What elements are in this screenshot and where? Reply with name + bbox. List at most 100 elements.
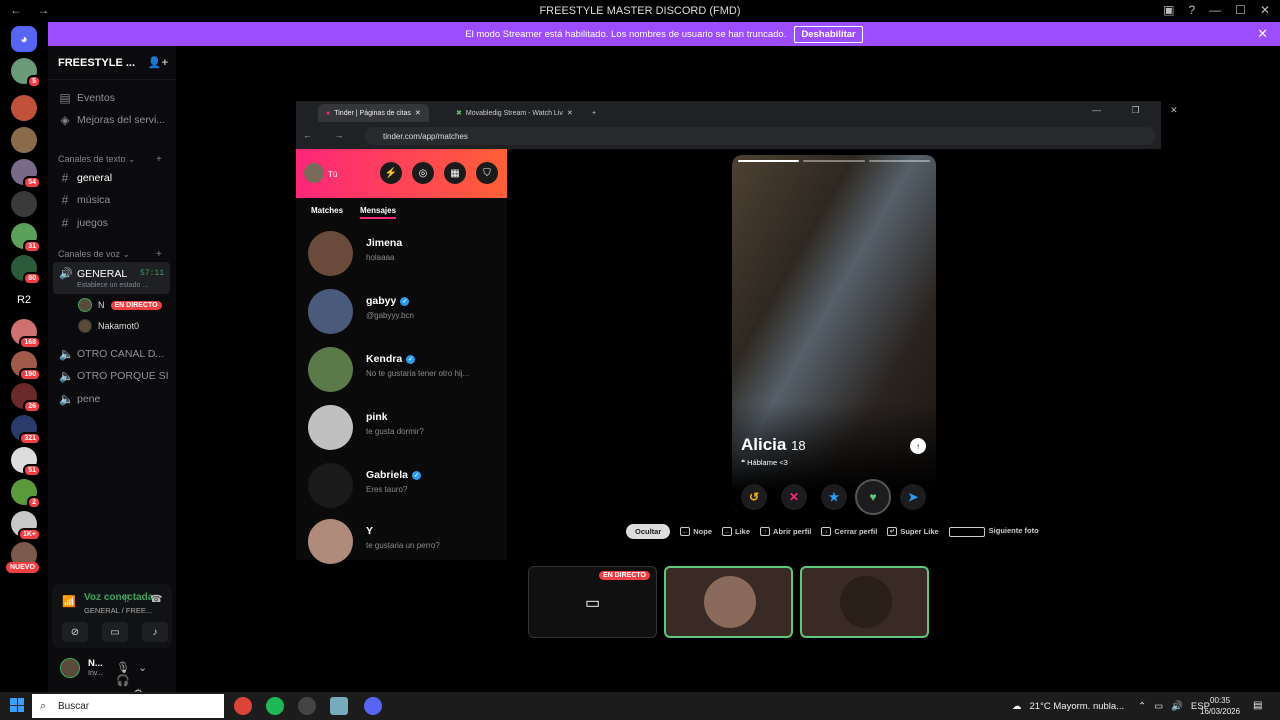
browser-window-controls[interactable]: — ❐ ✕ (1092, 105, 1192, 116)
channel-general[interactable]: # general (54, 168, 170, 188)
server-icon[interactable]: 2 (11, 479, 41, 509)
add-channel-icon[interactable]: + (156, 154, 162, 165)
hide-hints-button[interactable]: Ocultar (626, 524, 671, 539)
boost-send-button[interactable]: ➤ (900, 484, 926, 510)
voice-category[interactable]: Canales de voz ⌄ + (58, 249, 162, 260)
app-icon[interactable] (298, 697, 316, 715)
shield-icon[interactable]: ⛉ (476, 162, 498, 184)
list-item[interactable]: gabyy ✓ @gabyyy.bcn (296, 285, 507, 341)
profile-label[interactable]: Tú (328, 170, 337, 179)
profile-card[interactable]: Alicia 18 ❝ Háblame <3 ↑ (732, 155, 936, 513)
server-icon[interactable] (11, 95, 37, 121)
noise-suppression-icon[interactable]: ⫶⫶ (124, 594, 129, 605)
server-icon[interactable]: 80 (11, 255, 41, 285)
compass-icon[interactable]: ◎ (412, 162, 434, 184)
invite-people-icon[interactable]: 👤+ (148, 56, 168, 69)
avatar[interactable] (304, 163, 324, 183)
inbox-icon[interactable]: ▣ (1163, 3, 1174, 17)
help-icon[interactable]: ? (1188, 3, 1195, 17)
mention-badge: 80 (23, 272, 41, 285)
tinder-sidebar: Tú ⚡ ◎ ▦ ⛉ Matches Mensajes Jimena holaaa… (296, 149, 507, 564)
nope-button[interactable]: ✕ (781, 484, 807, 510)
voice-user[interactable]: N EN DIRECTO (78, 296, 162, 314)
discord-taskbar-icon[interactable] (364, 697, 382, 715)
signal-icon[interactable]: 📶 (62, 595, 76, 608)
server-icon[interactable]: 26 (11, 383, 41, 413)
mention-badge: 26 (23, 400, 41, 413)
screen-share-icon[interactable]: ▭ (102, 622, 128, 642)
voice-connected-label[interactable]: Voz conectada (84, 592, 153, 603)
camera-off-icon[interactable]: ⊘ (62, 622, 88, 642)
address-bar[interactable]: tinder.com/app/matches (365, 127, 1155, 145)
add-channel-icon[interactable]: + (156, 249, 162, 260)
server-header[interactable]: FREESTYLE ... 👤+ (48, 46, 176, 80)
server-icon[interactable]: 5 (11, 58, 41, 88)
streamer-mode-banner: El modo Streamer está habilitado. Los no… (48, 22, 1280, 46)
stream-preview-tile[interactable]: EN DIRECTO ▭ (528, 566, 657, 638)
tab-close-icon[interactable]: ✕ (567, 109, 573, 117)
list-item[interactable]: Kendra ✓ No te gustaria tener otro hij... (296, 343, 507, 399)
voice-user[interactable]: Nakamot0 (78, 317, 139, 335)
server-icon[interactable] (11, 127, 37, 153)
close-window-icon[interactable]: ✕ (1260, 3, 1270, 17)
voice-channel[interactable]: 🔈 OTRO PORQUE SI (54, 366, 170, 386)
server-icon[interactable]: 190 (11, 351, 41, 381)
server-icon-r2[interactable]: R2 (11, 287, 37, 313)
voice-channel[interactable]: 🔈 pene (54, 389, 170, 409)
volume-icon[interactable]: 🔊 (1171, 701, 1183, 712)
server-icon[interactable] (11, 191, 37, 217)
taskbar-search[interactable]: ⌕ Buscar (32, 694, 224, 718)
participant-tile[interactable] (664, 566, 793, 638)
tinder-flame-icon: ● (326, 109, 331, 117)
open-profile-icon[interactable]: ↑ (910, 438, 926, 454)
server-icon[interactable]: 54 (11, 159, 41, 189)
server-icon[interactable]: 321 (11, 415, 41, 445)
app-icon[interactable] (330, 697, 348, 715)
channel-musica[interactable]: # música (54, 190, 170, 210)
server-icon[interactable]: 51 (11, 447, 41, 477)
chrome-icon[interactable] (234, 697, 252, 715)
super-like-button[interactable]: ★ (821, 484, 847, 510)
rewind-button[interactable]: ↺ (741, 484, 767, 510)
notifications-icon[interactable]: ▤ (1253, 700, 1262, 711)
server-icon[interactable]: 1K+ (11, 511, 41, 541)
close-icon[interactable]: ✕ (1257, 26, 1268, 42)
server-icon[interactable]: 31 (11, 223, 41, 253)
briefcase-icon[interactable]: ▦ (444, 162, 466, 184)
minimize-icon[interactable]: — (1209, 3, 1221, 17)
voice-channel[interactable]: 🔈 OTRO CANAL D... (54, 344, 170, 364)
bolt-icon[interactable]: ⚡ (380, 162, 402, 184)
events-item[interactable]: ▤ Eventos (54, 88, 170, 108)
browser-tab-tinder[interactable]: ● Tinder | Páginas de citas ✕ (318, 104, 429, 122)
soundboard-icon[interactable]: ♪ (142, 622, 168, 642)
chevron-up-icon[interactable]: ⌃ (1138, 701, 1146, 712)
clock[interactable]: 00:35 16/03/2026 (1200, 695, 1240, 717)
window-title: FREESTYLE MASTER DISCORD (FMD) (539, 5, 741, 17)
weather-text[interactable]: 21°C Mayorm. nubla... (1030, 701, 1125, 712)
disable-streamer-button[interactable]: Deshabilitar (794, 25, 863, 43)
like-button[interactable]: ♥ (855, 479, 891, 515)
list-item[interactable]: Gabriela ✓ Eres tauro? (296, 459, 507, 515)
new-tab-icon[interactable]: + (584, 104, 604, 122)
avatar[interactable] (60, 658, 80, 678)
tab-messages[interactable]: Mensajes (360, 206, 397, 219)
spotify-icon[interactable] (266, 697, 284, 715)
text-category[interactable]: Canales de texto ⌄ + (58, 154, 162, 165)
list-item[interactable]: pink te gusta dormir? (296, 401, 507, 457)
maximize-icon[interactable]: ☐ (1235, 3, 1246, 17)
network-icon[interactable]: ▭ (1154, 701, 1163, 712)
disconnect-icon[interactable]: ☎ (150, 594, 162, 605)
server-icon[interactable]: 168 (11, 319, 41, 349)
voice-status[interactable]: Establece un estado ... (77, 282, 148, 289)
tab-matches[interactable]: Matches (311, 206, 343, 219)
browser-tab-stream[interactable]: ✖ Movabledig Stream - Watch Liv ✕ (448, 104, 581, 122)
tab-close-icon[interactable]: ✕ (415, 109, 421, 117)
channel-juegos[interactable]: # juegos (54, 213, 170, 233)
list-item[interactable]: Yte gustaria un perro? (296, 515, 507, 571)
list-item[interactable]: Jimena holaaaa (296, 227, 507, 283)
windows-start-icon[interactable] (10, 698, 24, 712)
boosts-item[interactable]: ◈ Mejoras del servi... (54, 110, 170, 130)
voice-channel-general[interactable]: 🔊 GENERAL 57:11 Establece un estado ... (53, 262, 170, 294)
participant-tile[interactable] (800, 566, 929, 638)
discord-home-icon[interactable]: ◕ (11, 26, 37, 52)
